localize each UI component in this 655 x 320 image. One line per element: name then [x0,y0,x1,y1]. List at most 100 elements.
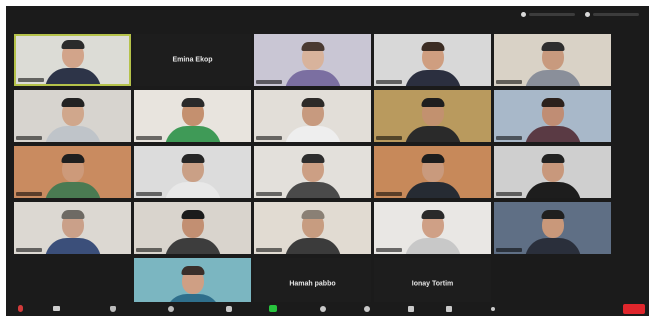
participant-body [524,182,581,198]
participant-hair [541,98,564,107]
video-button[interactable] [52,304,61,313]
participant-video-tile[interactable] [494,202,611,254]
participant-figure [284,152,341,198]
participant-hair [541,42,564,51]
video-camera-icon [53,306,60,311]
name-label-blur [376,192,402,196]
shield-icon [109,305,116,312]
participant-body [404,182,461,198]
participant-figure [284,96,341,142]
participant-video-tile[interactable] [254,146,371,198]
fullscreen-icon [585,11,590,17]
participant-video-tile[interactable] [254,202,371,254]
name-label-blur [376,80,402,84]
participant-hair [421,98,444,107]
participant-video-tile[interactable] [134,90,251,142]
participant-hair [301,154,324,163]
participant-body [164,182,221,198]
participant-video-tile[interactable] [14,34,131,86]
participants-icon [167,305,174,312]
name-label-blur [376,248,402,252]
name-label-blur [256,248,282,252]
participant-figure [44,96,101,142]
share-screen-icon [268,305,277,312]
view-icon [521,11,526,17]
participant-video-tile[interactable] [14,146,131,198]
participant-video-tile[interactable] [134,202,251,254]
participant-video-tile[interactable] [494,146,611,198]
name-label-blur [496,80,522,84]
participant-body [284,238,341,254]
record-button[interactable] [318,304,327,313]
participant-body [404,70,461,86]
participants-button[interactable] [166,304,175,313]
participant-video-tile[interactable] [374,34,491,86]
name-label-blur [18,78,44,82]
microphone-icon [18,305,23,312]
participant-name: Emina Ekop [172,56,213,64]
participant-hair [301,42,324,51]
apps-button[interactable] [406,304,415,313]
participant-video-tile[interactable] [254,90,371,142]
participant-body [524,238,581,254]
participant-body [284,126,341,142]
reactions-button[interactable] [362,304,371,313]
participant-figure [44,38,101,84]
chat-icon [225,305,232,312]
participant-hair [181,266,204,275]
participant-hair [181,154,204,163]
participant-figure [404,152,461,198]
fullscreen-label-blur [593,12,639,16]
participant-figure [284,40,341,86]
participant-video-tile[interactable] [494,34,611,86]
participant-hair [181,98,204,107]
name-label-blur [376,136,402,140]
participant-figure [44,208,101,254]
participant-name: Hamah pabbo [289,280,336,288]
participant-hair [301,210,324,219]
participant-name-tile[interactable]: Emina Ekop [134,34,251,86]
participant-figure [524,40,581,86]
video-meeting-window: Emina Ekop Hamah pabbo Ionay Tortim [6,6,649,316]
participant-body [284,182,341,198]
top-bar [6,6,649,22]
participant-body [44,238,101,254]
participant-video-tile[interactable] [14,90,131,142]
apps-icon [407,305,414,312]
participant-figure [284,208,341,254]
participant-body [524,126,581,142]
whiteboard-icon [445,305,452,312]
record-icon [319,305,326,312]
chat-button[interactable] [224,304,233,313]
name-label-blur [496,248,522,252]
fullscreen-toggle[interactable] [585,11,639,17]
mute-button[interactable] [16,304,25,313]
participant-video-tile[interactable] [494,90,611,142]
participant-video-tile[interactable] [14,202,131,254]
participant-video-tile[interactable] [134,146,251,198]
participant-body [44,68,101,84]
name-label-blur [16,248,42,252]
participant-video-tile[interactable] [374,90,491,142]
whiteboard-button[interactable] [444,304,453,313]
participant-body [164,238,221,254]
end-meeting-button[interactable] [623,304,645,314]
participant-video-tile[interactable] [374,146,491,198]
participant-hair [301,98,324,107]
participant-body [44,126,101,142]
more-button[interactable] [488,304,497,313]
name-label-blur [16,136,42,140]
name-label-blur [256,80,282,84]
participant-body [404,126,461,142]
view-label-blur [529,12,575,16]
share-button[interactable] [268,304,277,313]
view-toggle[interactable] [521,11,575,17]
participant-video-tile[interactable] [254,34,371,86]
participant-figure [404,208,461,254]
participant-hair [61,210,84,219]
participant-video-tile[interactable] [374,202,491,254]
name-label-blur [136,248,162,252]
participant-gallery: Emina Ekop Hamah pabbo Ionay Tortim [6,6,649,316]
participant-name: Ionay Tortim [411,280,454,288]
security-button[interactable] [108,304,117,313]
